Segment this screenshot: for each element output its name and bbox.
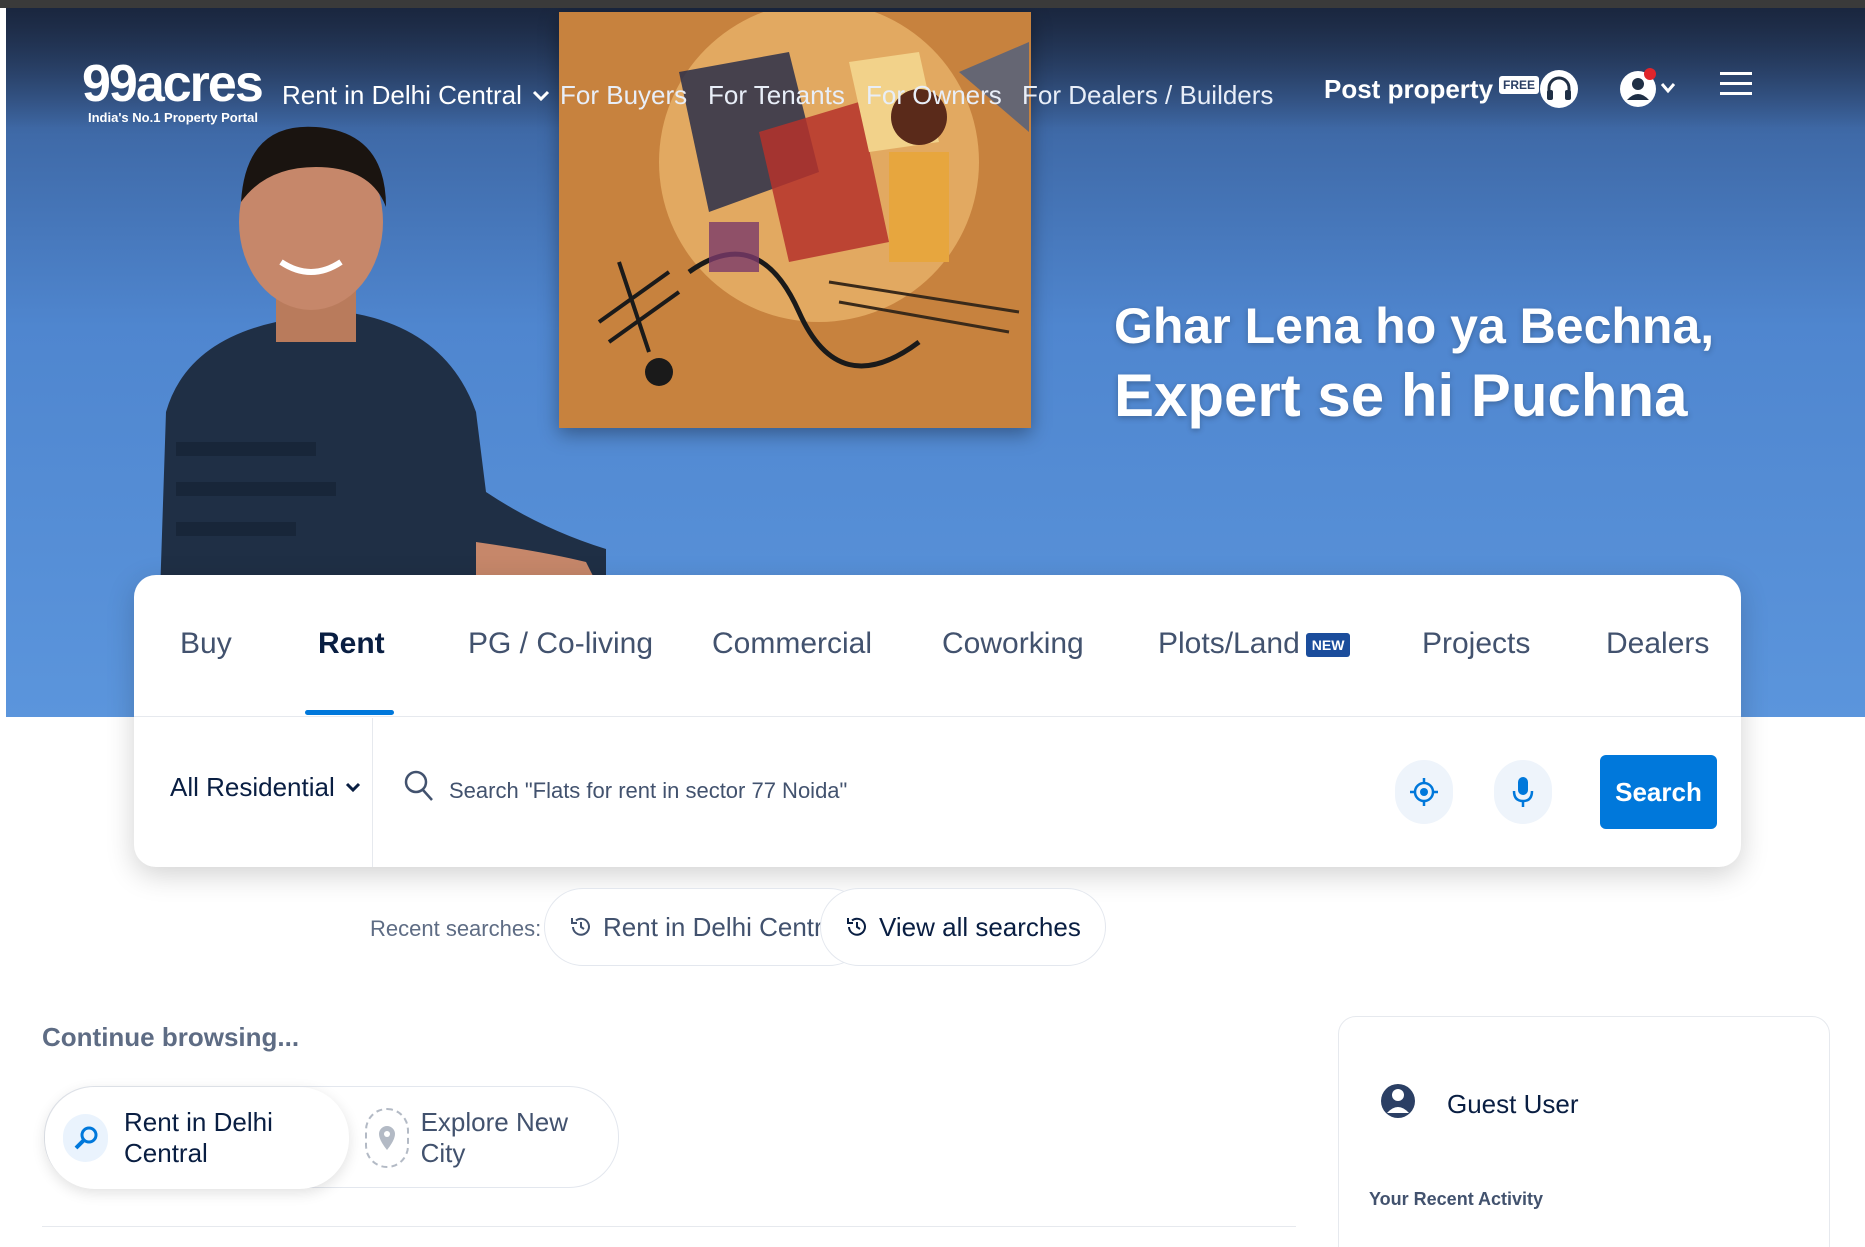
nav-for-owners[interactable]: For Owners: [866, 80, 1002, 111]
logo-wordmark: 99acres: [82, 55, 264, 113]
search-icon: [404, 770, 433, 801]
property-type-label: All Residential: [170, 772, 335, 802]
post-property-button[interactable]: Post property FREE: [1324, 74, 1540, 105]
location-pin-icon: [365, 1108, 409, 1168]
continue-browsing-item[interactable]: Rent in Delhi Central: [45, 1087, 349, 1189]
tab-commercial[interactable]: Commercial: [712, 627, 872, 661]
free-badge: FREE: [1499, 76, 1540, 94]
nav-for-buyers[interactable]: For Buyers: [560, 80, 687, 111]
hero-headline: Ghar Lena ho ya Bechna, Expert se hi Puc…: [1114, 294, 1714, 434]
search-button[interactable]: Search: [1600, 755, 1717, 829]
search-divider: [372, 718, 373, 867]
nav-for-dealers-builders[interactable]: For Dealers / Builders: [1022, 80, 1273, 111]
tab-pg-coliving[interactable]: PG / Co-living: [468, 627, 653, 661]
new-badge: NEW: [1305, 633, 1351, 658]
active-tab-indicator: [305, 710, 394, 715]
recent-activity-heading: Your Recent Activity: [1369, 1189, 1544, 1209]
nav-for-tenants[interactable]: For Tenants: [708, 80, 845, 111]
recent-search-label: Rent in Delhi Central: [603, 911, 843, 942]
tab-plots-land[interactable]: Plots/Land NEW: [1158, 627, 1351, 661]
post-property-label: Post property: [1324, 74, 1494, 104]
site-logo[interactable]: 99acres India's No.1 Property Portal: [82, 55, 264, 125]
logo-tagline: India's No.1 Property Portal: [88, 110, 258, 125]
search-row: All Residential Search: [134, 718, 1741, 867]
locate-me-button[interactable]: [1395, 760, 1453, 824]
recent-searches-label: Recent searches:: [370, 916, 542, 941]
explore-new-city-item[interactable]: Explore New City: [365, 1087, 618, 1189]
view-all-searches-label: View all searches: [879, 911, 1081, 942]
tab-dealers[interactable]: Dealers: [1606, 627, 1709, 661]
property-type-dropdown[interactable]: All Residential: [170, 772, 361, 803]
search-tabs: Buy Rent PG / Co-living Commercial Cowor…: [134, 575, 1741, 717]
user-avatar-icon: [1381, 1084, 1415, 1118]
continue-browsing-group: Rent in Delhi Central Explore New City: [44, 1086, 619, 1189]
tab-projects[interactable]: Projects: [1422, 627, 1530, 661]
history-icon: [571, 917, 590, 936]
view-all-searches-chip[interactable]: View all searches: [820, 888, 1106, 966]
search-card: Buy Rent PG / Co-living Commercial Cowor…: [134, 575, 1741, 867]
tab-coworking[interactable]: Coworking: [942, 627, 1084, 661]
city-selector-label: Rent in Delhi Central: [282, 80, 522, 110]
hero-painting-image: [559, 12, 1031, 428]
chevron-down-icon: [345, 782, 360, 793]
locate-icon: [1410, 778, 1438, 806]
tab-rent[interactable]: Rent: [318, 627, 385, 661]
microphone-icon: [1512, 777, 1534, 807]
user-notification-icon: [1620, 68, 1676, 107]
tab-buy[interactable]: Buy: [180, 627, 232, 661]
explore-new-city-label: Explore New City: [420, 1107, 568, 1168]
continue-browsing-item-label: Rent in Delhi Central: [124, 1107, 273, 1168]
city-selector[interactable]: Rent in Delhi Central: [282, 80, 550, 111]
voice-search-button[interactable]: [1494, 760, 1552, 824]
browser-top-strip: [0, 0, 1865, 8]
hamburger-menu-icon[interactable]: [1720, 70, 1752, 103]
chevron-down-icon: [532, 90, 549, 101]
continue-browsing-title: Continue browsing...: [42, 1022, 300, 1052]
search-input[interactable]: [449, 758, 1319, 824]
section-divider: [42, 1226, 1296, 1227]
magnifier-key-icon: [63, 1114, 109, 1162]
hero-headline-line2: Expert se hi Puchna: [1114, 362, 1688, 429]
guest-user-name: Guest User: [1447, 1089, 1579, 1119]
user-menu[interactable]: [1616, 66, 1680, 117]
headset-icon[interactable]: [1538, 66, 1580, 117]
guest-user-panel: Guest User Your Recent Activity: [1338, 1016, 1830, 1247]
hero-headline-line1: Ghar Lena ho ya Bechna,: [1114, 298, 1715, 354]
tab-plots-land-label: Plots/Land: [1158, 627, 1300, 660]
history-icon: [847, 917, 866, 936]
abstract-painting-art: [559, 12, 1031, 428]
